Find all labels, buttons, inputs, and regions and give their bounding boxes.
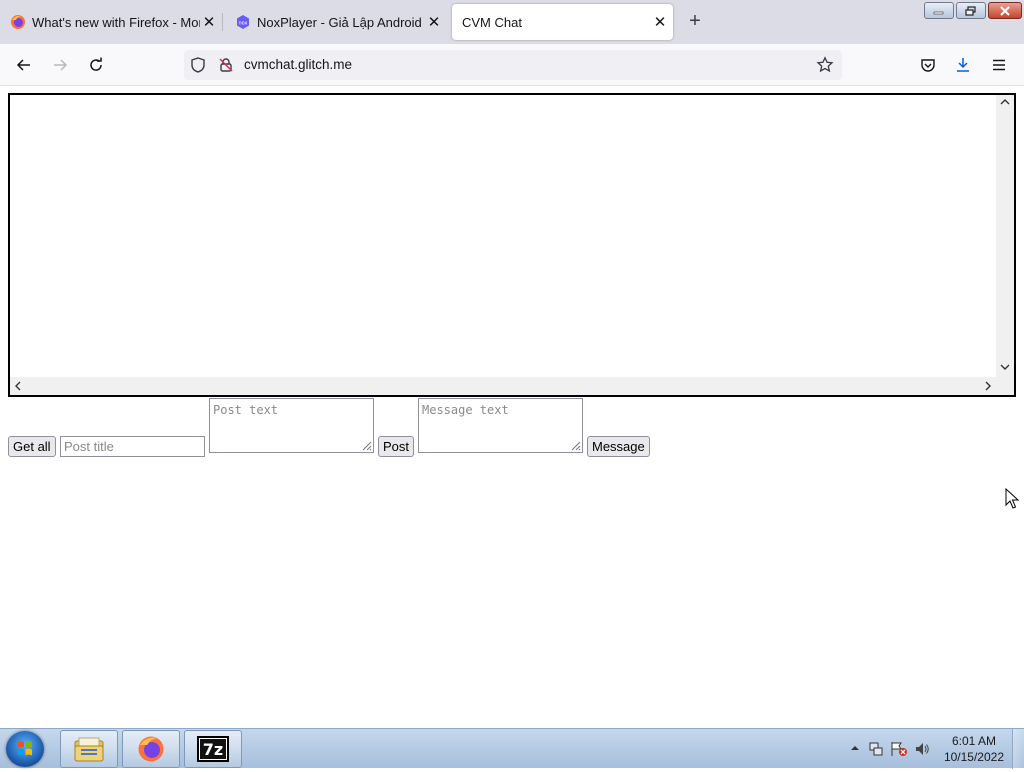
- tab-strip: What's new with Firefox - More ✕ nox Nox…: [0, 0, 1024, 44]
- navigation-bar: cvmchat.glitch.me: [0, 44, 1024, 86]
- bookmark-star-icon[interactable]: [816, 56, 834, 74]
- close-icon: [1000, 5, 1010, 16]
- tab-noxplayer[interactable]: nox NoxPlayer - Giả Lập Android Nh ✕: [225, 4, 447, 40]
- close-tab-icon[interactable]: ✕: [651, 13, 669, 31]
- url-text: cvmchat.glitch.me: [244, 57, 353, 72]
- svg-text:7z: 7z: [203, 740, 223, 759]
- reload-button[interactable]: [85, 54, 107, 76]
- firefox-icon: [11, 15, 25, 29]
- resize-grip-icon[interactable]: [360, 439, 372, 451]
- pocket-button[interactable]: [917, 54, 939, 76]
- post-title-input[interactable]: [60, 436, 205, 457]
- forward-arrow-icon: [54, 59, 68, 71]
- svg-text:nox: nox: [238, 21, 247, 27]
- nox-icon: nox: [237, 15, 249, 29]
- tab-separator: [222, 13, 223, 31]
- tab-whats-new-firefox[interactable]: What's new with Firefox - More ✕: [0, 4, 223, 40]
- back-button[interactable]: [13, 54, 35, 76]
- show-desktop-button[interactable]: [1012, 729, 1024, 769]
- taskbar-firefox[interactable]: [122, 730, 180, 768]
- tab-title: CVM Chat: [462, 14, 522, 30]
- taskbar-7zip[interactable]: 7z: [184, 730, 242, 768]
- app-menu-button[interactable]: [988, 54, 1010, 76]
- close-button[interactable]: [988, 2, 1022, 19]
- minimize-button[interactable]: [924, 2, 954, 19]
- scroll-left-icon[interactable]: [14, 381, 22, 394]
- tab-title: NoxPlayer - Giả Lập Android Nh: [257, 14, 425, 30]
- chat-controls: Get all Post Message: [8, 398, 708, 458]
- resize-grip-icon[interactable]: [569, 439, 581, 451]
- clock-time: 6:01 AM: [951, 734, 996, 748]
- restore-button[interactable]: [956, 2, 986, 19]
- 7zip-icon: 7z: [197, 736, 229, 762]
- windows-explorer-icon: [74, 737, 104, 762]
- scroll-up-icon[interactable]: [1000, 98, 1010, 109]
- close-tab-icon[interactable]: ✕: [425, 13, 443, 31]
- restore-icon: [965, 5, 976, 16]
- pocket-icon: [921, 59, 935, 72]
- insecure-lock-icon[interactable]: [218, 57, 234, 73]
- minimize-icon: [933, 11, 944, 14]
- start-button[interactable]: [6, 731, 44, 767]
- new-tab-button[interactable]: +: [684, 11, 706, 33]
- back-arrow-icon: [16, 59, 30, 71]
- message-button[interactable]: Message: [587, 436, 650, 457]
- show-hidden-icons-icon[interactable]: [850, 743, 860, 753]
- messages-area[interactable]: [8, 93, 1016, 397]
- firefox-icon: [138, 736, 164, 762]
- post-button[interactable]: Post: [378, 436, 415, 457]
- taskbar: 7z 6:01 AM 10/15/2022: [0, 728, 1024, 769]
- action-center-flag-icon[interactable]: [890, 741, 908, 757]
- address-bar[interactable]: cvmchat.glitch.me: [184, 50, 842, 80]
- windows-logo-icon: [18, 741, 32, 756]
- volume-icon[interactable]: [914, 741, 930, 757]
- tab-cvm-chat[interactable]: CVM Chat ✕: [452, 4, 673, 40]
- close-tab-icon[interactable]: ✕: [200, 13, 218, 31]
- shield-icon[interactable]: [190, 57, 206, 73]
- message-text-textarea[interactable]: [418, 398, 583, 453]
- network-icon[interactable]: [868, 741, 884, 757]
- clock[interactable]: 6:01 AM 10/15/2022: [944, 733, 1004, 765]
- window-controls: [924, 2, 1022, 19]
- system-tray: 6:01 AM 10/15/2022: [838, 729, 1024, 769]
- reload-icon: [90, 57, 102, 71]
- tab-title: What's new with Firefox - More: [32, 14, 200, 30]
- taskbar-explorer[interactable]: [60, 730, 118, 768]
- mouse-cursor-icon: [1005, 488, 1019, 509]
- horizontal-scrollbar[interactable]: [10, 377, 1014, 395]
- downloads-button[interactable]: [952, 54, 974, 76]
- scroll-right-icon[interactable]: [984, 381, 992, 394]
- get-all-button[interactable]: Get all: [8, 436, 56, 457]
- scroll-down-icon[interactable]: [1000, 363, 1010, 374]
- vertical-scrollbar[interactable]: [996, 95, 1014, 377]
- post-text-textarea[interactable]: [209, 398, 374, 453]
- download-icon: [957, 58, 969, 72]
- hamburger-menu-icon: [993, 59, 1005, 71]
- forward-button[interactable]: [49, 54, 71, 76]
- clock-date: 10/15/2022: [943, 750, 1004, 764]
